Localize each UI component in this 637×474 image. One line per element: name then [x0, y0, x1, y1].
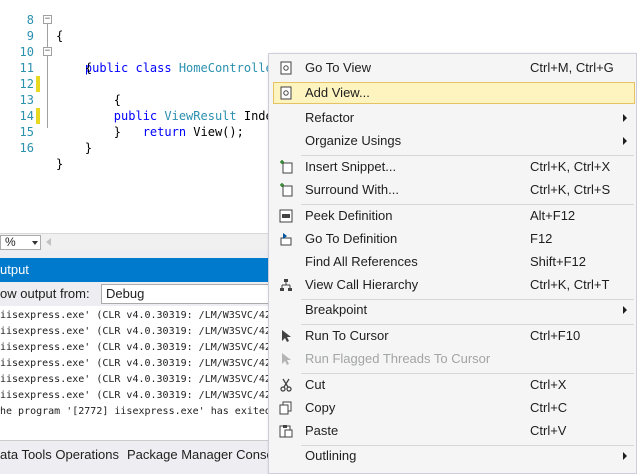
menu-item-label: Find All References: [305, 254, 418, 269]
menu-item-breakpoint[interactable]: Breakpoint: [273, 299, 635, 321]
snippet-icon: [280, 160, 293, 174]
output-line: iisexpress.exe' (CLR v4.0.30319: /LM/W3S…: [0, 390, 271, 401]
menu-item-label: Copy: [305, 400, 336, 415]
tab-package-manager-console[interactable]: Package Manager Conso: [127, 447, 274, 462]
menu-item-run-flagged-threads: Run Flagged Threads To Cursor: [273, 348, 635, 370]
menu-item-label: Refactor: [305, 110, 355, 125]
menu-item-label: Go To View: [305, 60, 372, 75]
menu-item-label: Outlining: [305, 448, 357, 463]
submenu-arrow-icon: [623, 137, 627, 145]
paste-icon: [279, 425, 293, 438]
menu-item-shortcut: F12: [530, 231, 553, 246]
menu-item-find-all-references[interactable]: Find All References Shift+F12: [273, 251, 635, 273]
menu-item-paste[interactable]: Paste Ctrl+V: [273, 420, 635, 442]
copy-icon: [279, 401, 292, 415]
submenu-arrow-icon: [623, 306, 627, 314]
menu-item-label: Cut: [305, 377, 326, 392]
scroll-left-icon[interactable]: [46, 238, 51, 246]
menu-item-cut[interactable]: Cut Ctrl+X: [273, 374, 635, 396]
menu-item-go-to-definition[interactable]: Go To Definition F12: [273, 228, 635, 250]
cursor-icon: [282, 330, 291, 342]
menu-item-shortcut: Shift+F12: [530, 254, 587, 269]
tab-data-tools-operations[interactable]: ata Tools Operations: [0, 447, 119, 462]
output-line: iisexpress.exe' (CLR v4.0.30319: /LM/W3S…: [0, 310, 271, 321]
peek-icon: [279, 209, 293, 223]
menu-item-refactor[interactable]: Refactor: [273, 107, 635, 129]
code-line: 8 {: [0, 0, 637, 43]
menu-item-shortcut: Ctrl+K, Ctrl+T: [530, 277, 610, 292]
code-text: }: [56, 157, 64, 171]
scissors-icon: [280, 378, 292, 392]
collapse-icon[interactable]: −: [43, 47, 52, 56]
menu-item-add-view[interactable]: Add View...: [273, 82, 635, 104]
code-text: }: [56, 141, 93, 155]
menu-item-shortcut: Ctrl+V: [530, 423, 567, 438]
menu-item-shortcut: Ctrl+C: [530, 400, 568, 415]
collapse-icon[interactable]: −: [43, 15, 52, 24]
menu-item-label: Insert Snippet...: [305, 159, 397, 174]
menu-item-go-to-view[interactable]: Go To View Ctrl+M, Ctrl+G: [273, 57, 635, 79]
menu-item-shortcut: Alt+F12: [530, 208, 576, 223]
menu-item-label: Run To Cursor: [305, 328, 389, 343]
zoom-value: %: [5, 235, 16, 249]
menu-item-organize-usings[interactable]: Organize Usings: [273, 130, 635, 152]
menu-item-shortcut: Ctrl+X: [530, 377, 567, 392]
context-menu: Go To View Ctrl+M, Ctrl+G Add View... Re…: [268, 53, 637, 474]
menu-item-copy[interactable]: Copy Ctrl+C: [273, 397, 635, 419]
line-number: 16: [19, 141, 34, 155]
submenu-arrow-icon: [623, 114, 627, 122]
show-output-label: ow output from:: [0, 286, 90, 301]
output-line: iisexpress.exe' (CLR v4.0.30319: /LM/W3S…: [0, 342, 271, 353]
menu-item-shortcut: Ctrl+K, Ctrl+X: [530, 159, 611, 174]
zoom-dropdown[interactable]: %: [0, 235, 41, 250]
code-line: 9 − public class HomeController : Contro…: [0, 12, 637, 76]
add-view-icon: [280, 86, 292, 100]
menu-item-label: Go To Definition: [305, 231, 398, 246]
code-line: 10 {: [0, 28, 637, 75]
cursor-icon: [282, 353, 291, 365]
submenu-arrow-icon: [623, 452, 627, 460]
menu-item-insert-snippet[interactable]: Insert Snippet... Ctrl+K, Ctrl+X: [273, 156, 635, 178]
menu-item-label: Surround With...: [305, 182, 399, 197]
menu-item-label: Organize Usings: [305, 133, 402, 148]
menu-item-label: Add View...: [305, 85, 370, 100]
view-icon: [280, 61, 292, 75]
output-line: iisexpress.exe' (CLR v4.0.30319: /LM/W3S…: [0, 326, 271, 337]
menu-item-surround-with[interactable]: Surround With... Ctrl+K, Ctrl+S: [273, 179, 635, 201]
menu-item-shortcut: Ctrl+F10: [530, 328, 581, 343]
menu-item-shortcut: Ctrl+K, Ctrl+S: [530, 182, 611, 197]
menu-item-view-call-hierarchy[interactable]: View Call Hierarchy Ctrl+K, Ctrl+T: [273, 274, 635, 296]
menu-item-shortcut: Ctrl+M, Ctrl+G: [530, 60, 614, 75]
surround-icon: [280, 183, 293, 197]
menu-item-run-to-cursor[interactable]: Run To Cursor Ctrl+F10: [273, 325, 635, 347]
output-line: iisexpress.exe' (CLR v4.0.30319: /LM/W3S…: [0, 374, 271, 385]
menu-item-label: Peek Definition: [305, 208, 393, 223]
output-source-dropdown[interactable]: Debug: [101, 284, 281, 304]
menu-item-label: Paste: [305, 423, 339, 438]
menu-item-label: Breakpoint: [305, 302, 368, 317]
output-line: iisexpress.exe' (CLR v4.0.30319: /LM/W3S…: [0, 358, 271, 369]
chevron-down-icon: [32, 241, 38, 245]
menu-item-peek-definition[interactable]: Peek Definition Alt+F12: [273, 205, 635, 227]
menu-item-label: View Call Hierarchy: [305, 277, 419, 292]
goto-def-icon: [280, 233, 292, 246]
hierarchy-icon: [280, 279, 292, 291]
output-line: he program '[2772] iisexpress.exe' has e…: [0, 406, 271, 417]
menu-item-label: Run Flagged Threads To Cursor: [305, 351, 491, 366]
menu-item-outlining[interactable]: Outlining: [273, 445, 635, 467]
